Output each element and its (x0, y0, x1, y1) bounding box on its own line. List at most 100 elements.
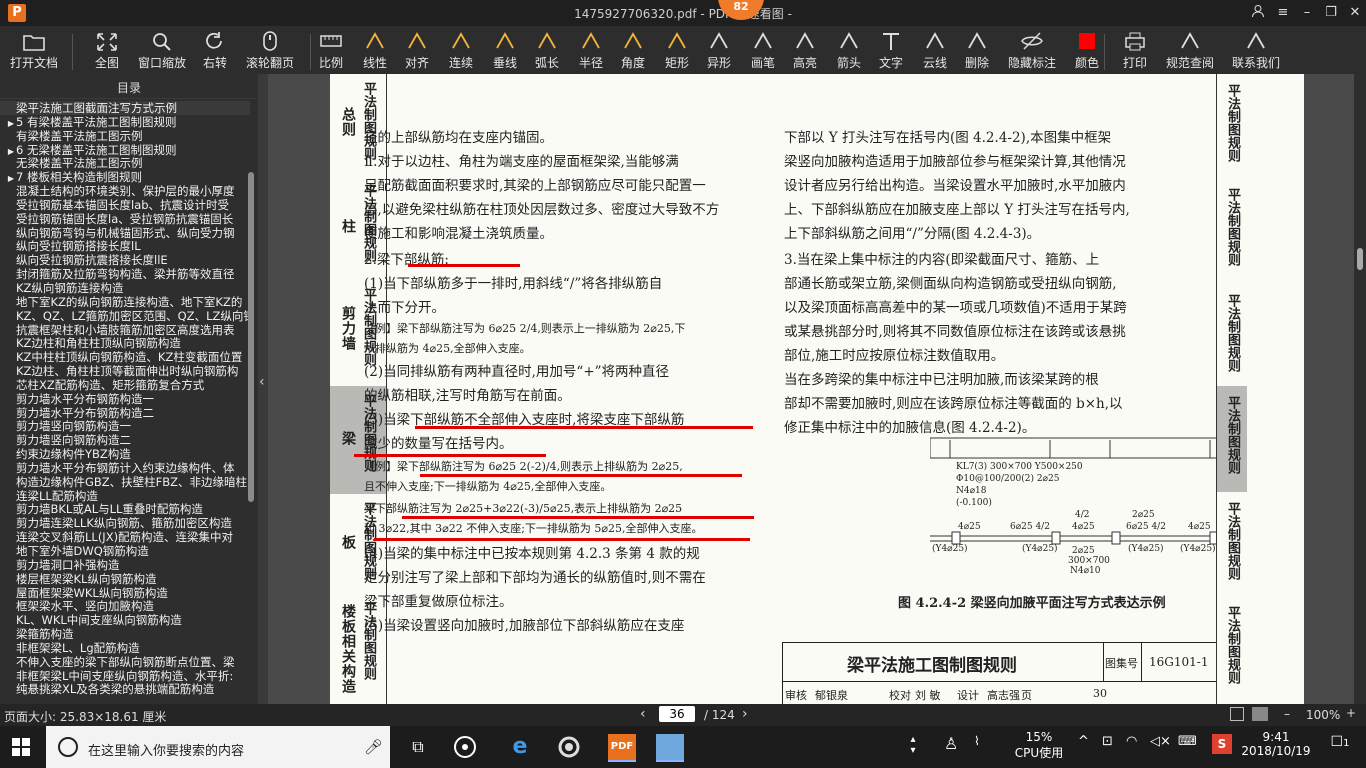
prev-page-button[interactable]: ‹ (640, 706, 646, 722)
toolbar-color-button[interactable]: 颜色 (1074, 30, 1100, 72)
toc-item[interactable]: 混凝土结构的环境类别、保护层的最小厚度 (0, 184, 250, 198)
toc-item[interactable]: 剪力墙水平分布钢筋构造一 (0, 392, 250, 406)
sogou-input-icon[interactable]: S (1212, 734, 1232, 754)
toc-item[interactable]: 剪力墙水平分布钢筋计入约束边缘构件、体 (0, 461, 250, 475)
toc-item[interactable]: 纵向受拉钢筋抗震搭接长度llE (0, 253, 250, 267)
right-tab-1[interactable]: 平法制图规则 (1216, 178, 1247, 285)
user-icon[interactable] (1249, 4, 1267, 22)
toolbar-print-button[interactable]: 打印 (1122, 30, 1148, 72)
image-viewer-taskbar-icon[interactable] (656, 734, 684, 762)
sidebar-collapse-handle[interactable]: ‹ (258, 74, 268, 704)
two-page-view-icon[interactable] (1230, 707, 1244, 721)
toc-item[interactable]: KL、WKL中间支座纵向钢筋构造 (0, 613, 250, 627)
toolbar-continuous-button[interactable]: 连续 (448, 30, 474, 72)
toc-item[interactable]: ▶ 5 有梁楼盖平法施工图制图规则 (0, 115, 250, 129)
toc-item[interactable]: 有梁楼盖平法施工图示例 (0, 129, 250, 143)
toc-item[interactable]: 不伸入支座的梁下部纵向钢筋断点位置、梁 (0, 655, 250, 669)
document-scrollbar[interactable] (1354, 74, 1366, 704)
toc-item[interactable]: 地下室KZ的纵向钢筋连接构造、地下室KZ的 (0, 295, 250, 309)
microphone-icon[interactable]: 🎤︎ (364, 738, 383, 756)
toolbar-contact-button[interactable]: 联系我们 (1232, 30, 1280, 72)
fan-app-icon[interactable] (452, 734, 480, 760)
scrollbar-thumb[interactable] (1357, 248, 1363, 270)
toc-item[interactable]: 框架梁水平、竖向加腋构造 (0, 599, 250, 613)
single-page-view-icon[interactable] (1252, 707, 1268, 721)
toc-item[interactable]: 梁箍筋构造 (0, 627, 250, 641)
toolbar-fit-button[interactable]: 全图 (94, 30, 120, 72)
right-tab-4[interactable]: 平法制图规则 (1216, 492, 1247, 597)
expand-arrow-icon[interactable]: ▶ (6, 145, 16, 157)
next-page-button[interactable]: › (742, 706, 748, 722)
page-number-input[interactable]: 36 (659, 706, 695, 722)
pdf-viewer-taskbar-icon[interactable]: PDF (608, 734, 636, 762)
toc-item[interactable]: 芯柱XZ配筋构造、矩形箍筋复合方式 (0, 378, 250, 392)
expand-arrow-icon[interactable]: ▶ (6, 117, 16, 129)
toolbar-hide-button[interactable]: 隐藏标注 (1008, 30, 1056, 72)
toolbar-linear-button[interactable]: 线性 (362, 30, 388, 72)
toc-item[interactable]: KZ、QZ、LZ箍筋加密区范围、QZ、LZ纵向钢 (0, 309, 250, 323)
ink-icon[interactable]: ⌇ (974, 734, 1002, 760)
close-button[interactable]: ✕ (1346, 4, 1364, 22)
toolbar-text-button[interactable]: 文字 (878, 30, 904, 72)
toolbar-rect-button[interactable]: 矩形 (664, 30, 690, 72)
right-tab-0[interactable]: 平法制图规则 (1216, 74, 1247, 179)
task-view-icon[interactable]: ⧉ (404, 734, 432, 760)
sidebar-scrollbar[interactable] (248, 172, 254, 502)
toc-item[interactable]: 无梁楼盖平法施工图示例 (0, 156, 250, 170)
toolbar-radius-button[interactable]: 半径 (578, 30, 604, 72)
toolbar-arrow-button[interactable]: 箭头 (836, 30, 862, 72)
cpu-usage-widget[interactable]: 15% CPU使用 (1010, 730, 1068, 761)
zoom-in-button[interactable]: + (1346, 706, 1356, 720)
toc-item[interactable]: ▶ 6 无梁楼盖平法施工图制图规则 (0, 143, 250, 157)
people-icon[interactable]: ♙ (944, 734, 972, 760)
toc-item[interactable]: KZ边柱、角柱柱顶等截面伸出时纵向钢筋构 (0, 364, 250, 378)
toc-item[interactable]: 剪力墙竖向钢筋构造二 (0, 433, 250, 447)
zoom-out-button[interactable]: – (1284, 707, 1290, 721)
toc-item[interactable]: 构造边缘构件GBZ、扶壁柱FBZ、非边缘暗柱 (0, 475, 250, 489)
toc-item[interactable]: 约束边缘构件YBZ构造 (0, 447, 250, 461)
toolbar-norm-button[interactable]: 规范查阅 (1166, 30, 1214, 72)
toolbar-scroll-button[interactable]: 滚轮翻页 (246, 30, 294, 72)
expand-arrow-icon[interactable]: ▶ (6, 172, 16, 184)
toc-item[interactable]: 剪力墙洞口补强构造 (0, 558, 250, 572)
toc-item[interactable]: 非框架梁L中间支座纵向钢筋构造、水平折: (0, 669, 250, 683)
toc-item[interactable]: 连梁交叉斜筋LL(JX)配筋构造、连梁集中对 (0, 530, 250, 544)
toolbar-perp-button[interactable]: 垂线 (492, 30, 518, 72)
red-underline[interactable] (420, 474, 742, 477)
toc-item[interactable]: 剪力墙水平分布钢筋构造二 (0, 406, 250, 420)
toc-item[interactable]: 屋面框架梁WKL纵向钢筋构造 (0, 586, 250, 600)
toc-item[interactable]: 纯悬挑梁XL及各类梁的悬挑端配筋构造 (0, 682, 250, 696)
toc-item[interactable]: KZ边柱和角柱柱顶纵向钢筋构造 (0, 336, 250, 350)
toolbar-zoom-button[interactable]: 窗口缩放 (138, 30, 186, 72)
toc-item[interactable]: 受拉钢筋锚固长度la、受拉钢筋抗震锚固长 (0, 212, 250, 226)
red-underline[interactable] (415, 426, 753, 429)
red-underline[interactable] (402, 516, 754, 519)
taskbar-search-box[interactable]: 在这里输入你要搜索的内容 🎤︎ (46, 726, 390, 768)
maximize-button[interactable]: ❐ (1322, 4, 1340, 22)
right-tab-3[interactable]: 平法制图规则 (1216, 386, 1247, 493)
toolbar-highlight-button[interactable]: 高亮 (792, 30, 818, 72)
red-underline[interactable] (354, 454, 546, 457)
toc-item[interactable]: 地下室外墙DWQ钢筋构造 (0, 544, 250, 558)
toc-item[interactable]: 剪力墙竖向钢筋构造一 (0, 419, 250, 433)
toolbar-angle-button[interactable]: 角度 (620, 30, 646, 72)
red-underline[interactable] (408, 264, 520, 267)
toolbar-align-button[interactable]: 对齐 (404, 30, 430, 72)
toc-item[interactable]: 剪力墙BKL或AL与LL重叠时配筋构造 (0, 502, 250, 516)
toolbar-open-button[interactable]: 打开文档 (10, 30, 58, 72)
toc-item[interactable]: 楼层框架梁KL纵向钢筋构造 (0, 572, 250, 586)
toc-item[interactable]: 梁平法施工图截面注写方式示例 (0, 101, 250, 115)
toolbar-rotate-button[interactable]: 右转 (202, 30, 228, 72)
toc-item[interactable]: KZ中柱柱顶纵向钢筋构造、KZ柱变截面位置 (0, 350, 250, 364)
menu-icon[interactable]: ≡ (1274, 4, 1292, 22)
toolbar-erase-button[interactable]: 删除 (964, 30, 990, 72)
right-tab-5[interactable]: 平法制图规则 (1216, 596, 1247, 704)
toolbar-arc-button[interactable]: 弧长 (534, 30, 560, 72)
toc-item[interactable]: 封闭箍筋及拉筋弯钩构造、梁并筋等效直径 (0, 267, 250, 281)
chevron-left-icon[interactable]: ‹ (259, 374, 265, 390)
minimize-button[interactable]: – (1298, 4, 1316, 22)
toc-item[interactable]: 非框架梁L、Lg配筋构造 (0, 641, 250, 655)
document-viewer[interactable]: 总则 平法制图规则柱平法制图规则 剪力墙 平法制图规则梁平法制图规则板平法制图规则 楼板… (268, 74, 1356, 704)
toolbar-scale-button[interactable]: 比例 (318, 30, 344, 72)
toolbar-pen-button[interactable]: 画笔 (750, 30, 776, 72)
